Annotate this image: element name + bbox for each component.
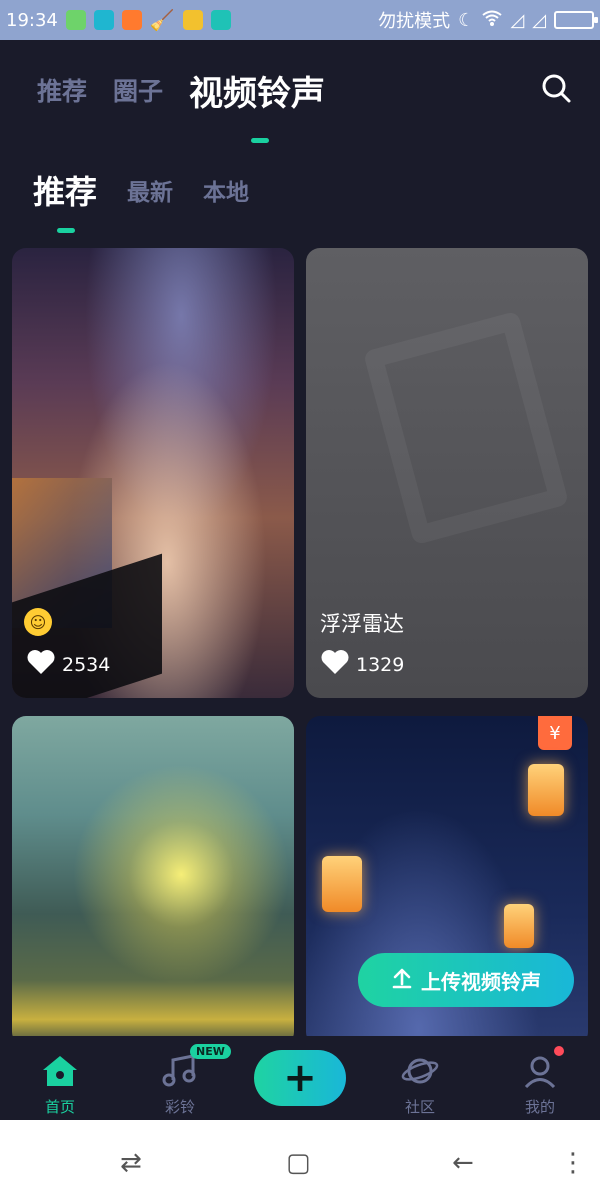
tab-label: 首页	[44, 1098, 75, 1116]
tab-mine[interactable]: 我的	[480, 1036, 600, 1120]
tab-create[interactable]: +	[240, 1036, 360, 1120]
usb-icon	[210, 10, 231, 30]
status-right: 勿扰模式 ☾ ◿ ◿	[378, 7, 598, 33]
card-art	[362, 310, 570, 546]
moon-icon: ☾	[458, 9, 475, 31]
video-card[interactable]: 浮浮雷达 1329	[306, 248, 588, 698]
notification-dot	[554, 1046, 564, 1056]
home-button-icon[interactable]: ▢	[286, 1148, 311, 1178]
sub-nav: 推荐 最新 本地	[0, 150, 600, 233]
plus-icon[interactable]: +	[254, 1050, 346, 1106]
heart-icon	[26, 649, 56, 680]
system-nav-bar: ⇄ ▢ ← ⋮	[0, 1120, 600, 1200]
tab-ringback[interactable]: NEW 彩铃	[120, 1036, 240, 1120]
tab-label: 我的	[524, 1098, 555, 1116]
lantern-art	[528, 764, 564, 816]
sub-tab-recommend[interactable]: 推荐	[33, 167, 97, 233]
signal-icon: ◿	[532, 9, 546, 31]
recent-apps-icon[interactable]: ⇄	[120, 1148, 142, 1178]
heart-icon	[320, 649, 350, 680]
lantern-art	[504, 904, 534, 948]
user-icon	[521, 1054, 559, 1092]
paid-badge: ¥	[538, 716, 572, 750]
signal-icon: ◿	[510, 9, 525, 31]
bottom-tab-bar: 首页 NEW 彩铃 + 社区 我的	[0, 1036, 600, 1120]
app-icon	[65, 10, 86, 30]
upload-label: 上传视频铃声	[421, 969, 541, 994]
sync-icon	[93, 10, 114, 30]
menu-dots-icon[interactable]: ⋮	[560, 1148, 586, 1178]
broom-icon: 🧹	[149, 8, 175, 32]
upload-icon	[391, 967, 413, 994]
tab-label: 社区	[404, 1098, 435, 1116]
like-count: 1329	[356, 653, 405, 676]
tab-label: 彩铃	[164, 1098, 195, 1116]
like-counter[interactable]: 1329	[320, 649, 404, 680]
planet-icon	[401, 1054, 439, 1092]
back-icon[interactable]: ←	[452, 1148, 474, 1178]
status-time: 19:34	[6, 9, 58, 31]
folder-icon	[182, 10, 203, 30]
top-tab-video-ringtone[interactable]: 视频铃声	[189, 66, 325, 143]
home-icon	[41, 1054, 79, 1092]
search-icon[interactable]	[540, 72, 572, 104]
sub-tab-local[interactable]: 本地	[203, 173, 249, 207]
video-card[interactable]: ☺ 2534	[12, 248, 294, 698]
status-bar: 19:34 🧹 勿扰模式 ☾ ◿ ◿	[0, 0, 600, 40]
video-card[interactable]	[12, 716, 294, 1046]
tab-home[interactable]: 首页	[0, 1036, 120, 1120]
new-badge: NEW	[190, 1044, 231, 1059]
wifi-icon	[482, 10, 502, 31]
like-counter[interactable]: 2534	[26, 649, 110, 680]
smile-emoji-icon: ☺	[24, 608, 52, 636]
upload-video-ringtone-button[interactable]: 上传视频铃声	[358, 953, 574, 1007]
like-count: 2534	[62, 653, 111, 676]
warning-icon	[121, 10, 142, 30]
top-tab-recommend[interactable]: 推荐	[37, 72, 87, 108]
lantern-art	[322, 856, 362, 912]
tab-community[interactable]: 社区	[360, 1036, 480, 1120]
music-note-icon	[161, 1054, 199, 1092]
dnd-mode-label: 勿扰模式	[378, 11, 451, 32]
sub-tab-latest[interactable]: 最新	[127, 173, 173, 207]
battery-icon	[554, 11, 598, 29]
top-nav: 推荐 圈子 视频铃声	[0, 40, 600, 143]
card-title: 浮浮雷达	[320, 612, 404, 636]
top-tab-circle[interactable]: 圈子	[113, 72, 163, 108]
status-left: 19:34 🧹	[6, 8, 231, 32]
